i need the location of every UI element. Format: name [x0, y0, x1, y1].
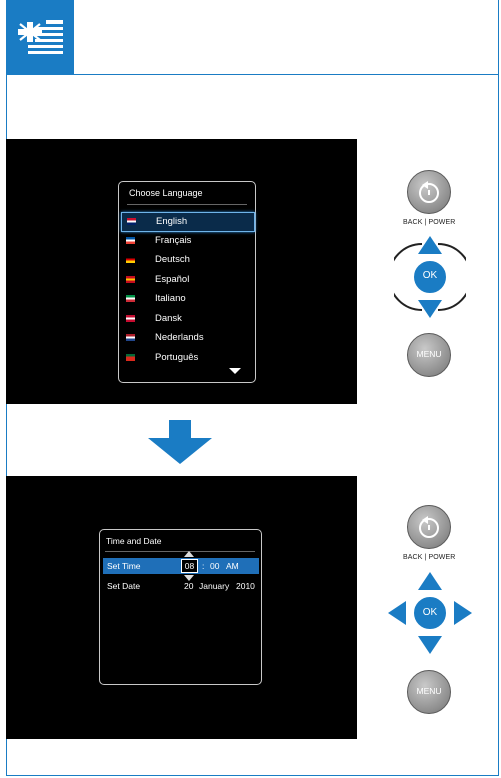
language-item[interactable]: Español [121, 271, 253, 289]
date-day[interactable]: 20 [184, 581, 193, 591]
set-time-label: Set Time [107, 561, 141, 571]
language-label: Français [155, 234, 192, 246]
menu-button-label: MENU [416, 349, 442, 359]
back-power-icon [419, 516, 439, 538]
language-item[interactable]: Français [121, 232, 253, 250]
flag-icon [126, 314, 135, 322]
minute-field[interactable]: 00 [210, 561, 219, 571]
right-arrow-icon [454, 601, 472, 625]
language-item[interactable]: Italiano [121, 290, 253, 308]
back-power-icon [419, 181, 439, 203]
language-item[interactable]: Deutsch [121, 251, 253, 269]
flag-icon [126, 275, 135, 283]
set-time-row[interactable]: Set Time 08 : 00 AM [103, 558, 259, 574]
time-date-menu: Time and Date Set Time 08 : 00 AM Set Da… [99, 529, 262, 685]
back-power-button[interactable] [407, 505, 451, 549]
language-badge [6, 0, 74, 74]
down-arrow-icon [418, 636, 442, 654]
back-power-caption: BACK | POWER [403, 219, 456, 226]
language-item[interactable]: Nederlands [121, 329, 253, 347]
ok-button-label[interactable]: OK [420, 270, 440, 281]
left-arrow-icon [388, 601, 406, 625]
set-date-label[interactable]: Set Date [107, 581, 140, 591]
language-item[interactable]: Português [121, 349, 253, 367]
language-label: English [156, 216, 188, 227]
language-label: Español [155, 273, 190, 285]
language-label: Italiano [155, 293, 186, 304]
flag-icon [126, 236, 135, 244]
hour-field[interactable]: 08 [181, 559, 198, 573]
ampm-field[interactable]: AM [226, 561, 239, 571]
language-label: Dansk [155, 312, 182, 324]
increment-arrow-icon[interactable] [184, 551, 194, 557]
date-year[interactable]: 2010 [236, 581, 255, 591]
menu-divider [127, 204, 247, 205]
menu-divider [105, 551, 255, 552]
back-power-button[interactable] [407, 170, 451, 214]
language-menu: Choose Language English Français Deutsch Es… [118, 181, 256, 383]
uk-us-flag-icon [18, 20, 63, 54]
flag-icon [126, 295, 135, 302]
header-divider [6, 74, 499, 75]
flag-icon [127, 218, 136, 225]
menu-title: Time and Date [106, 536, 162, 546]
language-label: Português [155, 351, 199, 363]
menu-button[interactable]: MENU [407, 670, 451, 714]
flag-icon [126, 256, 135, 263]
menu-title: Choose Language [129, 188, 203, 198]
up-arrow-icon [418, 572, 442, 590]
menu-button[interactable]: MENU [407, 333, 451, 377]
scroll-down-icon[interactable] [229, 368, 241, 375]
time-separator: : [202, 561, 205, 571]
flag-icon [126, 353, 135, 361]
ok-button-label[interactable]: OK [420, 607, 440, 618]
language-screen: Choose Language English Français Deutsch Es… [6, 139, 357, 404]
language-label: Nederlands [155, 332, 204, 343]
language-label: Deutsch [155, 254, 190, 265]
flag-icon [126, 334, 135, 341]
language-item[interactable]: English [121, 212, 255, 232]
language-item[interactable]: Dansk [121, 310, 253, 328]
menu-button-label: MENU [416, 686, 442, 696]
time-date-screen: Time and Date Set Time 08 : 00 AM Set Da… [6, 476, 357, 739]
back-power-caption: BACK | POWER [403, 554, 456, 561]
date-month[interactable]: January [199, 581, 229, 591]
next-step-arrow-icon [148, 420, 212, 464]
